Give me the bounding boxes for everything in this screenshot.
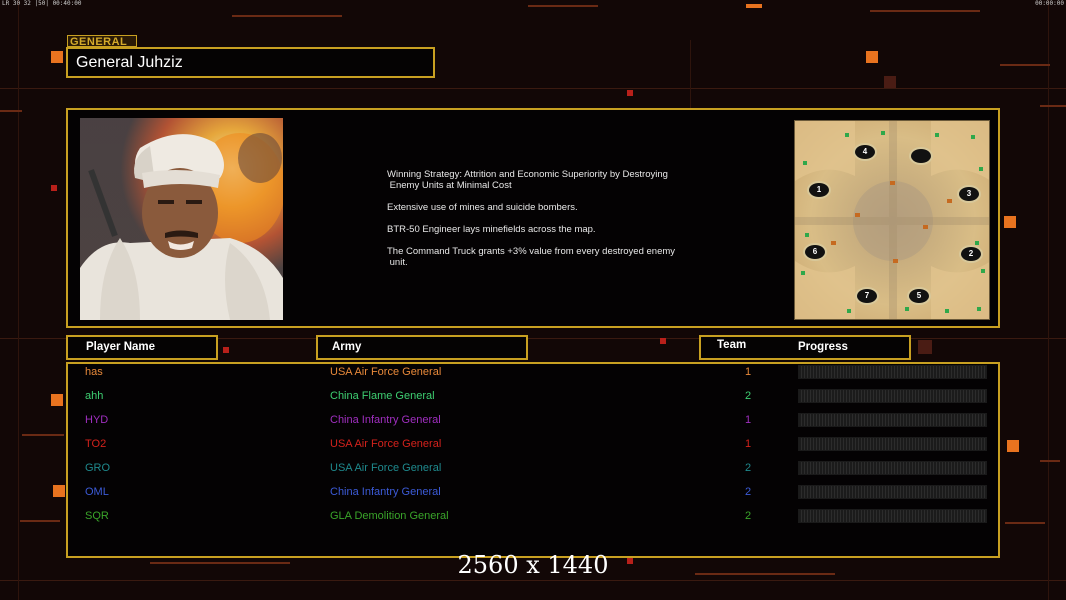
winning-strategy-text: Winning Strategy: Attrition and Economic…: [387, 169, 697, 279]
player-progress-bar: [798, 437, 987, 451]
player-row: SQR GLA Demolition General 2: [0, 505, 1066, 529]
player-progress-bar: [798, 413, 987, 427]
map-start-slot: 6: [803, 243, 827, 261]
header-progress: Progress: [798, 341, 848, 353]
player-list: has USA Air Force General 1 ahh China Flame …: [0, 361, 1066, 551]
player-progress-bar: [798, 461, 987, 475]
player-army: USA Air Force General: [330, 438, 442, 450]
general-section-label: GENERAL: [67, 35, 137, 48]
general-portrait-image: [80, 118, 283, 320]
player-name: ahh: [85, 390, 104, 402]
player-row: ahh China Flame General 2: [0, 385, 1066, 409]
player-progress-bar: [798, 365, 987, 379]
strategy-line: Winning Strategy: Attrition and Economic…: [387, 169, 668, 191]
map-start-slot: 2: [959, 245, 983, 263]
strategy-line: BTR-50 Engineer lays minefields across t…: [387, 224, 596, 235]
strategy-line: The Command Truck grants +3% value from …: [387, 246, 676, 268]
player-army: China Flame General: [330, 390, 435, 402]
player-name: OML: [85, 486, 109, 498]
player-row: has USA Air Force General 1: [0, 361, 1066, 385]
player-team: 1: [745, 414, 752, 426]
header-team: Team: [717, 339, 747, 351]
general-name: General Juhziz: [66, 47, 435, 78]
header-player-name: Player Name: [66, 335, 218, 360]
player-progress-bar: [798, 389, 987, 403]
player-name: GRO: [85, 462, 111, 474]
player-row: HYD China Infantry General 1: [0, 409, 1066, 433]
player-team: 2: [745, 462, 752, 474]
map-preview-image: [795, 121, 989, 319]
player-team: 2: [745, 390, 752, 402]
player-name: SQR: [85, 510, 109, 522]
player-team: 2: [745, 510, 752, 522]
player-army: China Infantry General: [330, 486, 441, 498]
strategy-line: Extensive use of mines and suicide bombe…: [387, 202, 578, 213]
hud-right-readout: 00:00:00: [1035, 0, 1064, 7]
map-start-slot: 3: [957, 185, 981, 203]
player-team: 1: [745, 366, 752, 378]
map-start-slot: 7: [855, 287, 879, 305]
player-army: GLA Demolition General: [330, 510, 449, 522]
map-start-slot: 4: [853, 143, 877, 161]
map-start-slot: [909, 147, 933, 165]
player-row: GRO USA Air Force General 2: [0, 457, 1066, 481]
player-name: has: [85, 366, 103, 378]
player-team: 1: [745, 438, 752, 450]
player-progress-bar: [798, 485, 987, 499]
player-name: HYD: [85, 414, 109, 426]
map-start-slot: 5: [907, 287, 931, 305]
header-army: Army: [316, 335, 528, 360]
player-progress-bar: [798, 509, 987, 523]
player-army: China Infantry General: [330, 414, 441, 426]
player-name: TO2: [85, 438, 107, 450]
player-row: TO2 USA Air Force General 1: [0, 433, 1066, 457]
header-team-progress: Team Progress: [699, 335, 911, 360]
resolution-caption: 2560 x 1440: [457, 551, 609, 579]
player-army: USA Air Force General: [330, 462, 442, 474]
map-start-slot: 1: [807, 181, 831, 199]
map-preview: 4 1 3 6 2 7 5: [794, 120, 990, 320]
player-team: 2: [745, 486, 752, 498]
hud-left-readout: LR 30 32 |50| 00:40:00: [2, 0, 82, 7]
general-portrait: [80, 118, 283, 320]
player-army: USA Air Force General: [330, 366, 442, 378]
player-row: OML China Infantry General 2: [0, 481, 1066, 505]
